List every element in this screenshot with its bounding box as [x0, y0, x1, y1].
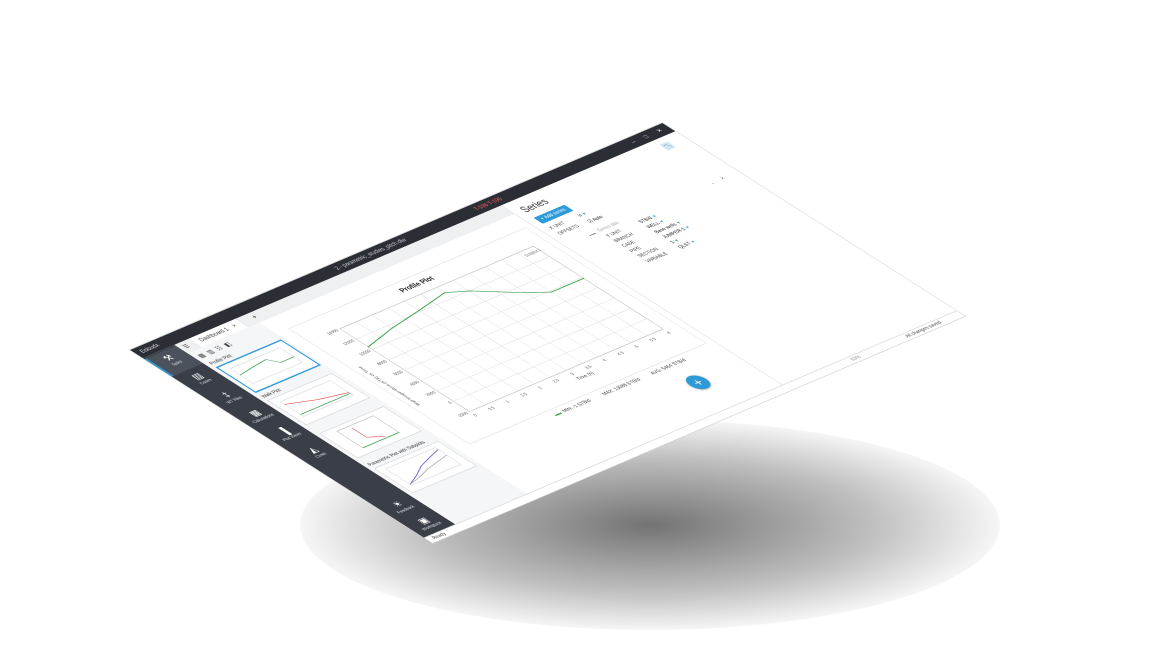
grid-line-y [372, 266, 567, 350]
x-tick-label: 4.5 [616, 351, 626, 356]
x-tick-label: 2.5 [551, 378, 561, 383]
add-tab-button[interactable]: + [249, 314, 260, 321]
close-tab-icon[interactable]: ✕ [229, 323, 240, 329]
series-color-swatch[interactable] [589, 232, 597, 236]
panel-toolbar: 〽 [659, 141, 676, 151]
legend-swatch [554, 412, 563, 417]
maximize-button[interactable]: □ [641, 134, 650, 139]
x-tick-label: 4 [601, 358, 608, 362]
x-tick-label: 1.5 [519, 392, 529, 397]
grid-line-y [388, 277, 583, 360]
y-tick-label: 10000 [357, 349, 372, 356]
x-tick-label: 5.5 [648, 337, 658, 342]
x-unit-select[interactable]: h ▼ [577, 212, 589, 218]
x-tick-label: 0 [472, 413, 479, 417]
x-tick-label: 2 [536, 386, 543, 390]
x-tick-label: 5 [633, 344, 640, 348]
y-tick-label: 6000 [392, 370, 405, 377]
y-tick-label: 8000 [376, 359, 389, 366]
zoom-level[interactable]: 63% [849, 355, 863, 362]
x-tick-label: 1 [504, 399, 511, 403]
x-axis-label: Time (h) [575, 371, 596, 381]
x-tick-label: 6 [665, 331, 672, 335]
x-tick-label: 0.5 [487, 406, 497, 411]
chevron-down-icon[interactable]: ⌄ [707, 180, 717, 186]
y-tick-label: 4000 [408, 380, 421, 387]
grid-line-y [436, 308, 631, 391]
y-tick-label: -2000 [455, 411, 469, 418]
x-tick-label: 3 [569, 372, 576, 376]
close-button[interactable]: ✕ [654, 128, 665, 134]
x-tick-label: 3.5 [583, 364, 593, 369]
y-tick-label: 12000 [341, 338, 356, 345]
y-tick-label: 14000 [325, 328, 340, 335]
minimize-button[interactable]: – [629, 139, 638, 144]
thumb-mini-chart [229, 347, 304, 384]
y-tick-label: 2000 [424, 390, 437, 397]
offsets-checkbox[interactable]: ☑ Auto [586, 214, 605, 224]
close-icon[interactable]: ✕ [718, 176, 728, 181]
section-select[interactable]: 1 ▼ [669, 238, 681, 245]
menu-icon[interactable]: ☰ [181, 343, 192, 349]
line-style-icon[interactable]: 〽 [659, 141, 676, 151]
stage: Ecloudx 2 - parametric_studies_pitch.dlw… [0, 0, 1154, 648]
y-tick-label: 0 [447, 401, 454, 405]
